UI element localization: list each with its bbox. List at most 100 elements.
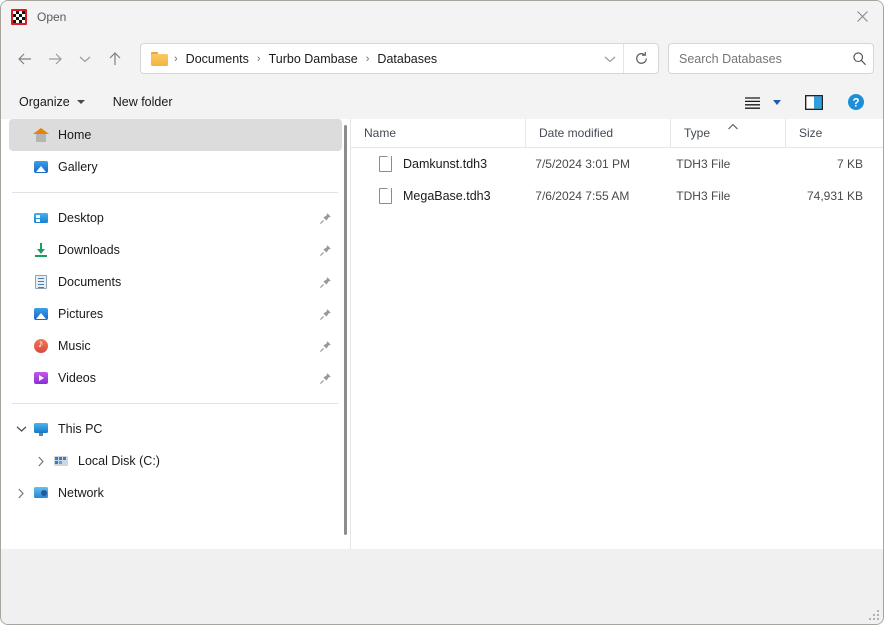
table-row[interactable]: Damkunst.tdh3 7/5/2024 3:01 PM TDH3 File… <box>351 148 883 180</box>
column-label-date-modified: Date modified <box>539 126 614 140</box>
desktop-icon <box>33 210 49 226</box>
recent-locations-chevron-down-icon[interactable] <box>70 44 100 74</box>
expand-chevron-right-icon[interactable] <box>29 456 53 467</box>
this-pc-icon <box>33 421 49 437</box>
title-bar: Open <box>1 1 883 33</box>
pin-icon[interactable] <box>318 339 332 353</box>
content-area: Home Gallery Desktop Downloads Documents… <box>1 119 883 549</box>
sidebar-label-home: Home <box>58 128 92 142</box>
back-button[interactable] <box>10 44 40 74</box>
preview-pane-icon[interactable] <box>799 89 829 115</box>
sidebar-label-music: Music <box>58 339 91 353</box>
sidebar-label-videos: Videos <box>58 371 96 385</box>
navigation-sidebar: Home Gallery Desktop Downloads Documents… <box>1 119 350 549</box>
breadcrumb-item-databases[interactable]: Databases <box>375 52 439 66</box>
sidebar-item-downloads[interactable]: Downloads <box>9 234 342 266</box>
command-toolbar: Organize New folder ? <box>1 85 883 119</box>
view-options-chevron-down-icon[interactable] <box>767 89 787 115</box>
forward-button[interactable] <box>40 44 70 74</box>
sidebar-label-desktop: Desktop <box>58 211 104 225</box>
column-header-size[interactable]: Size <box>786 119 883 147</box>
sidebar-label-pictures: Pictures <box>58 307 104 321</box>
new-folder-button[interactable]: New folder <box>105 89 181 115</box>
sort-ascending-icon <box>727 120 739 130</box>
music-icon <box>33 338 49 354</box>
documents-icon <box>33 274 49 290</box>
open-file-dialog: Open › Documents › Turbo Dambase › Datab… <box>0 0 884 625</box>
organize-label: Organize <box>19 95 70 109</box>
cell-name: Damkunst.tdh3 <box>403 157 488 171</box>
address-chevron-down-icon[interactable] <box>597 44 623 73</box>
pin-icon[interactable] <box>318 243 332 257</box>
file-icon <box>379 156 392 172</box>
window-title: Open <box>37 9 67 24</box>
videos-icon <box>33 370 49 386</box>
sidebar-item-gallery[interactable]: Gallery <box>9 151 342 183</box>
column-label-name: Name <box>364 126 397 140</box>
svg-text:?: ? <box>852 97 859 109</box>
local-disk-icon <box>53 453 69 469</box>
close-icon[interactable] <box>839 1 883 31</box>
chevron-down-icon <box>76 100 85 104</box>
downloads-icon <box>33 242 49 258</box>
breadcrumb-separator-1: › <box>256 52 261 65</box>
column-label-size: Size <box>799 126 823 140</box>
column-headers: Name Date modified Type Size <box>351 119 883 148</box>
file-icon <box>379 188 392 204</box>
expand-chevron-right-icon[interactable] <box>9 488 33 499</box>
sidebar-label-this-pc: This PC <box>58 422 103 436</box>
sidebar-divider-1 <box>12 192 338 193</box>
column-label-type: Type <box>684 126 711 140</box>
pin-icon[interactable] <box>318 211 332 225</box>
expand-chevron-down-icon[interactable] <box>9 425 33 433</box>
sidebar-label-documents: Documents <box>58 275 122 289</box>
sidebar-scrollbar[interactable] <box>342 123 349 545</box>
file-list-pane: Name Date modified Type Size Damkunst.td… <box>351 119 883 549</box>
sidebar-item-network[interactable]: Network <box>9 477 342 509</box>
column-header-name[interactable]: Name <box>351 119 526 147</box>
sidebar-item-local-disk-c[interactable]: Local Disk (C:) <box>9 445 342 477</box>
breadcrumb-separator-0: › <box>174 52 178 65</box>
help-icon[interactable]: ? <box>841 89 871 115</box>
cell-type: TDH3 File <box>676 157 731 171</box>
sidebar-label-downloads: Downloads <box>58 243 120 257</box>
column-header-date-modified[interactable]: Date modified <box>526 119 671 147</box>
search-box[interactable] <box>668 43 874 74</box>
cell-name: MegaBase.tdh3 <box>403 189 491 203</box>
refresh-icon[interactable] <box>623 44 658 73</box>
breadcrumb-item-turbo-dambase[interactable]: Turbo Dambase <box>267 52 360 66</box>
cell-type: TDH3 File <box>676 189 731 203</box>
new-folder-label: New folder <box>112 95 173 109</box>
search-input[interactable] <box>679 51 845 66</box>
breadcrumb-separator-2: › <box>365 52 370 65</box>
home-icon <box>33 127 49 143</box>
sidebar-label-network: Network <box>58 486 104 500</box>
sidebar-item-home[interactable]: Home <box>9 119 342 151</box>
cell-size: 74,931 KB <box>806 189 864 203</box>
sidebar-label-gallery: Gallery <box>58 160 98 174</box>
pin-icon[interactable] <box>318 307 332 321</box>
breadcrumb-item-documents[interactable]: Documents <box>184 52 251 66</box>
pin-icon[interactable] <box>318 371 332 385</box>
sidebar-item-pictures[interactable]: Pictures <box>9 298 342 330</box>
search-icon[interactable] <box>845 51 873 66</box>
sidebar-item-documents[interactable]: Documents <box>9 266 342 298</box>
sidebar-scrollbar-thumb[interactable] <box>344 125 347 535</box>
sidebar-item-videos[interactable]: Videos <box>9 362 342 394</box>
pin-icon[interactable] <box>318 275 332 289</box>
sidebar-label-local-disk-c: Local Disk (C:) <box>78 454 160 468</box>
folder-icon <box>151 51 168 66</box>
sidebar-item-this-pc[interactable]: This PC <box>9 413 342 445</box>
up-button[interactable] <box>100 44 130 74</box>
cell-date-modified: 7/5/2024 3:01 PM <box>535 157 630 171</box>
list-view-icon[interactable] <box>737 89 767 115</box>
sidebar-item-music[interactable]: Music <box>9 330 342 362</box>
address-bar[interactable]: › Documents › Turbo Dambase › Databases <box>140 43 659 74</box>
gallery-icon <box>33 159 49 175</box>
checkers-icon <box>11 8 27 25</box>
sidebar-item-desktop[interactable]: Desktop <box>9 202 342 234</box>
table-row[interactable]: MegaBase.tdh3 7/6/2024 7:55 AM TDH3 File… <box>351 180 883 212</box>
dialog-footer: File name: Database (*.tdh3) Open <box>1 549 883 624</box>
resize-grip[interactable] <box>869 610 881 622</box>
organize-button[interactable]: Organize <box>11 89 93 115</box>
